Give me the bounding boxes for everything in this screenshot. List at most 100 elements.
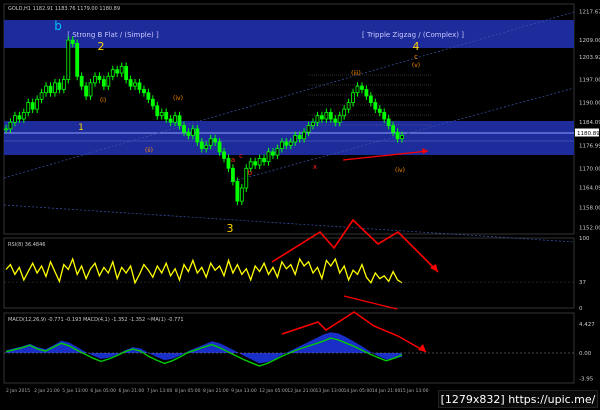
candle-body (26, 102, 31, 113)
candle-body (12, 115, 17, 123)
watermark-text: [1279x832] https://upic.me/ (438, 390, 598, 408)
candle-body (119, 66, 124, 74)
x-tick-label: 15 Jan 13:00 (400, 388, 429, 394)
candle-body (199, 141, 204, 149)
x-tick-label: 8 Jan 21:00 (203, 388, 229, 394)
candle-body (297, 135, 302, 140)
candle-body (70, 39, 75, 44)
y-tick-label: 1217.67 (579, 10, 600, 16)
y-tick-label: 1209.00 (579, 38, 600, 44)
wave-label-13: c (239, 152, 243, 160)
y-tick-label: 1203.92 (579, 55, 600, 61)
candle-body (293, 135, 298, 143)
wave-label-14: x (313, 163, 317, 171)
panel-frame-3 (3, 312, 575, 384)
x-tick-label: 14 Jan 05:00 (344, 388, 373, 394)
x-tick-label: 9 Jan 13:00 (231, 388, 257, 394)
candle-body (39, 92, 44, 100)
wave-label-12: b (248, 169, 253, 177)
main-title-readout: GOLD,H1 1182.91 1183.76 1179.00 1180.89 (8, 6, 120, 12)
candle-body (217, 141, 222, 153)
candle-body (355, 85, 360, 94)
candle-body (226, 158, 231, 169)
panel-frame-2 (3, 237, 575, 309)
candle-body (400, 135, 404, 140)
band-lower (4, 121, 574, 155)
candle-body (79, 75, 84, 87)
candle-body (17, 115, 22, 120)
wave-label-2: 1 (78, 123, 84, 133)
candle-body (377, 108, 382, 113)
candle-body (222, 151, 226, 159)
x-tick-label: 2 Jan 2015 (6, 388, 30, 394)
candle-body (204, 144, 209, 149)
candle-body (302, 131, 307, 140)
y-tick-label: 1158.00 (579, 206, 600, 212)
candle-body (195, 128, 200, 143)
candle-body (182, 125, 186, 133)
candle-body (213, 138, 218, 143)
x-tick-label: 2 Jan 21:00 (34, 388, 60, 394)
candle-body (173, 115, 177, 123)
wave-label-10: (ii) (145, 147, 153, 154)
y-tick-label: 1190.00 (579, 101, 600, 107)
candle-body (386, 118, 391, 126)
wave-label-1: 2 (98, 40, 105, 53)
wave-label-4: (iv) (173, 95, 183, 102)
wave-label-5: (v) (412, 62, 420, 69)
rsi-y-tick-label: 0 (579, 306, 583, 312)
macd-y-tick-label: 4.427 (579, 322, 595, 328)
wave-label-7: c (414, 53, 418, 61)
candle-body (208, 138, 213, 146)
candle-body (84, 85, 88, 97)
wave-label-11: a (231, 156, 235, 164)
candle-body (337, 115, 342, 123)
x-tick-label: 6 Jan 21:00 (119, 388, 145, 394)
wave-label-9: (i) (100, 97, 106, 104)
candle-body (284, 141, 289, 146)
candle-body (53, 82, 57, 94)
x-tick-label: 5 Jan 13:00 (62, 388, 88, 394)
candle-body (351, 92, 355, 103)
candle-body (190, 128, 195, 136)
candle-body (288, 141, 293, 146)
candle-body (248, 161, 253, 169)
candle-body (128, 79, 133, 87)
macd-title-readout: MACD(12,26,9) -0.771 -0.193 MACD(4,1) -1… (8, 317, 184, 323)
rsi-y-tick-label: 100 (579, 236, 590, 242)
x-tick-label: 12 Jan 21:00 (287, 388, 316, 394)
wave-label-15: (iv) (395, 167, 405, 174)
candle-body (235, 181, 240, 202)
candle-body (266, 151, 271, 163)
x-tick-label: 14 Jan 21:00 (372, 388, 401, 394)
candle-body (159, 112, 164, 117)
y-tick-label: 1176.99 (579, 143, 600, 149)
candle-body (155, 105, 160, 117)
candle-body (4, 128, 8, 131)
candle-body (382, 112, 387, 120)
candle-body (324, 112, 329, 120)
forex-chart-figure: [ Strong B Flat / (Simple) ] [ Tripple Zi… (3, 3, 600, 394)
candle-body (320, 115, 324, 120)
candle-body (75, 43, 80, 77)
candle-body (360, 85, 364, 90)
candle-body (57, 82, 62, 90)
y-tick-label: 1164.09 (579, 186, 600, 192)
x-tick-label: 6 Jan 05:00 (90, 388, 116, 394)
candle-body (88, 82, 93, 97)
candle-body (328, 112, 333, 120)
candle-body (101, 79, 106, 87)
band-label-tripple-zigzag: [ Tripple Zigzag / (Complex) ] (362, 31, 464, 39)
candle-body (257, 158, 262, 166)
candle-body (106, 75, 111, 87)
candle-body (306, 125, 311, 133)
wave-label-6: 4 (413, 40, 420, 53)
candle-body (44, 85, 48, 94)
candle-body (8, 121, 13, 130)
candle-body (164, 112, 169, 120)
candle-body (146, 92, 151, 100)
candle-body (333, 118, 338, 123)
macd-y-tick-label: -3.95 (579, 377, 594, 383)
candle-body (275, 148, 280, 156)
candle-body (93, 75, 97, 84)
